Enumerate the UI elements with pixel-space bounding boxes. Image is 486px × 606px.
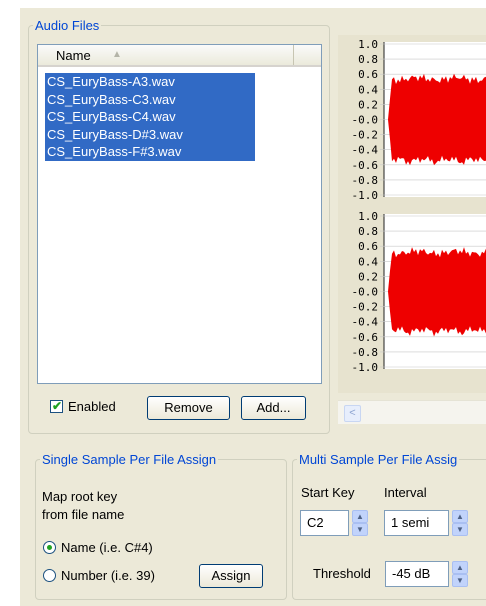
waveform-tick-label: 0.4	[358, 83, 378, 96]
waveform-tick-label: -0.4	[352, 316, 379, 329]
column-header-name[interactable]: Name ▲	[38, 45, 294, 65]
waveform-tick-label: -0.4	[352, 144, 379, 157]
threshold-label: Threshold	[313, 566, 371, 581]
chevron-up-icon[interactable]: ▲	[452, 561, 468, 574]
radio-number-label[interactable]: Number (i.e. 39)	[61, 568, 155, 583]
waveform-tick-label: 0.6	[358, 68, 378, 81]
waveform-tick-label: -0.8	[352, 174, 379, 187]
checkbox-box[interactable]: ✔	[50, 399, 63, 413]
waveform-tick-label: 0.4	[358, 255, 378, 268]
threshold-stepper[interactable]: ▲ ▼	[452, 561, 468, 587]
waveform-channel-1: 1.0 0.8 0.6 0.4 0.2 -0.0 -0.2 -0.4 -0.6 -0.8 -1.0	[352, 38, 486, 202]
waveform-tick-label: -0.6	[352, 159, 379, 172]
file-row[interactable]: CS_EuryBass-F#3.wav	[45, 143, 255, 161]
radio-name[interactable]	[43, 541, 56, 554]
multi-sample-group-title: Multi Sample Per File Assig	[299, 452, 458, 467]
file-row[interactable]: CS_EuryBass-D#3.wav	[45, 125, 255, 143]
sort-ascending-icon: ▲	[112, 49, 122, 60]
file-row[interactable]: CS_EuryBass-A3.wav	[45, 73, 255, 91]
list-header: Name ▲	[38, 45, 321, 67]
waveform-tick-label: -0.0	[352, 114, 379, 127]
start-key-label: Start Key	[301, 485, 355, 500]
add-button[interactable]: Add...	[241, 396, 306, 420]
scroll-left-icon[interactable]: <	[344, 405, 361, 422]
waveform-tick-label: -0.8	[352, 346, 379, 359]
remove-button[interactable]: Remove	[147, 396, 230, 420]
waveform-signal	[388, 247, 486, 337]
interval-stepper[interactable]: ▲ ▼	[452, 510, 468, 536]
column-name-label: Name	[56, 48, 91, 63]
radio-name-label[interactable]: Name (i.e. C#4)	[61, 540, 153, 555]
waveform-tick-label: 1.0	[358, 38, 378, 51]
waveform-tick-label: 0.8	[358, 53, 378, 66]
start-key-field[interactable]: C2	[300, 510, 349, 536]
interval-field[interactable]: 1 semi	[384, 510, 449, 536]
waveform-tick-label: -1.0	[352, 189, 379, 202]
audio-files-list[interactable]: Name ▲ CS_EuryBass-A3.wav CS_EuryBass-C3…	[37, 44, 322, 384]
waveform-tick-label: 0.8	[358, 225, 378, 238]
radio-selected-dot	[47, 545, 52, 550]
audio-files-group-title: Audio Files	[35, 18, 100, 33]
waveform-signal	[388, 73, 486, 166]
waveform-tick-label: 0.2	[358, 270, 378, 283]
single-sample-group-title: Single Sample Per File Assign	[42, 452, 217, 467]
waveform-tick-label: -0.6	[352, 331, 379, 344]
file-row[interactable]: CS_EuryBass-C4.wav	[45, 108, 255, 126]
assign-button[interactable]: Assign	[199, 564, 263, 588]
chevron-down-icon[interactable]: ▼	[452, 523, 468, 536]
chevron-down-icon[interactable]: ▼	[452, 574, 468, 587]
waveform-tick-label: 0.2	[358, 98, 378, 111]
start-key-stepper[interactable]: ▲ ▼	[352, 510, 368, 536]
waveform-canvas: 1.00.80.60.40.2-0.0-0.2-0.4-0.6-0.8-1.01…	[352, 38, 486, 374]
checkmark-icon: ✔	[52, 399, 63, 413]
waveform-tick-label: 1.0	[358, 210, 378, 223]
interval-label: Interval	[384, 485, 427, 500]
waveform-view[interactable]: 1.0 0.8 0.6 0.4 0.2 -0.0 -0.2 -0.4 -0.6 -0.8 -1.0 1…	[338, 35, 486, 393]
threshold-field[interactable]: -45 dB	[385, 561, 449, 587]
waveform-tick-label: -0.0	[352, 286, 379, 299]
map-root-key-label-line2: from file name	[42, 507, 125, 522]
chevron-up-icon[interactable]: ▲	[352, 510, 368, 523]
file-rows: CS_EuryBass-A3.wav CS_EuryBass-C3.wav CS…	[45, 73, 255, 161]
waveform-tick-label: -0.2	[352, 301, 379, 314]
waveform-tick-label: 0.6	[358, 240, 378, 253]
waveform-scrollbar[interactable]: <	[338, 400, 486, 424]
file-row[interactable]: CS_EuryBass-C3.wav	[45, 90, 255, 108]
chevron-up-icon[interactable]: ▲	[452, 510, 468, 523]
chevron-down-icon[interactable]: ▼	[352, 523, 368, 536]
map-root-key-label: Map root key	[42, 489, 118, 504]
waveform-tick-label: -0.2	[352, 129, 379, 142]
waveform-tick-label: -1.0	[352, 361, 379, 374]
radio-number[interactable]	[43, 569, 56, 582]
enabled-label: Enabled	[68, 399, 116, 414]
waveform-channel-2: 1.0 0.8 0.6 0.4 0.2 -0.0 -0.2 -0.4 -0.6 -0.8 -1.0	[352, 210, 486, 374]
